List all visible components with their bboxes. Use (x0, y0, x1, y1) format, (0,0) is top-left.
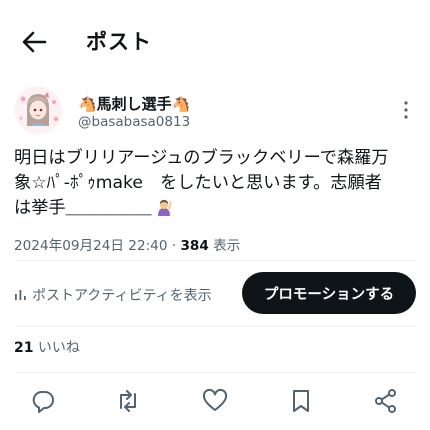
raising-hand-emoji-icon (157, 200, 172, 216)
divider (14, 372, 416, 373)
heart-icon[interactable] (202, 388, 228, 414)
more-vertical-icon[interactable] (398, 100, 414, 120)
views-count: 384 (180, 238, 209, 254)
likes-stat[interactable]: 21 いいね (14, 337, 80, 357)
avatar[interactable] (14, 86, 62, 134)
tweet-text-line: 明日はブリリアージュのブラックベリーで森羅万 (14, 148, 389, 168)
tweet-text-line: 象☆ﾊﾟ-ﾎﾟｩmake をしたいと思います。志願者 (14, 173, 382, 193)
view-post-activity-link[interactable]: ポストアクティビティを表示 (14, 285, 212, 305)
promote-button[interactable]: プロモーションする (242, 272, 416, 314)
tweet-text: 明日はブリリアージュのブラックベリーで森羅万 象☆ﾊﾟ-ﾎﾟｩmake をしたい… (14, 146, 418, 221)
divider (14, 260, 416, 261)
arrow-left-icon[interactable] (20, 28, 48, 56)
tweet-meta: 2024年09月24日 22:40 · 384 表示 (14, 234, 240, 254)
views-label: 表示 (208, 238, 241, 254)
share-icon[interactable] (373, 388, 399, 414)
likes-label: いいね (33, 340, 80, 356)
divider (14, 326, 416, 327)
avatar-image (14, 86, 62, 134)
analytics-icon (15, 290, 26, 300)
view-post-activity-label: ポストアクティビティを表示 (32, 288, 212, 304)
top-bar: ポスト (0, 0, 430, 82)
reply-icon[interactable] (30, 388, 56, 414)
tweet-timestamp[interactable]: 2024年09月24日 22:40 · (14, 238, 180, 254)
author-handle[interactable]: @basabasa0813 (78, 114, 190, 130)
repost-icon[interactable] (115, 388, 141, 414)
author-display-name[interactable]: 🐴馬刺し選手🐴 (78, 93, 190, 114)
likes-count: 21 (14, 340, 34, 356)
tweet-text-segment: は挙手＿＿＿＿＿ (14, 198, 152, 218)
tweet-text-line: は挙手＿＿＿＿＿ (14, 196, 418, 221)
bookmark-icon[interactable] (288, 388, 314, 414)
page-title: ポスト (86, 30, 152, 54)
